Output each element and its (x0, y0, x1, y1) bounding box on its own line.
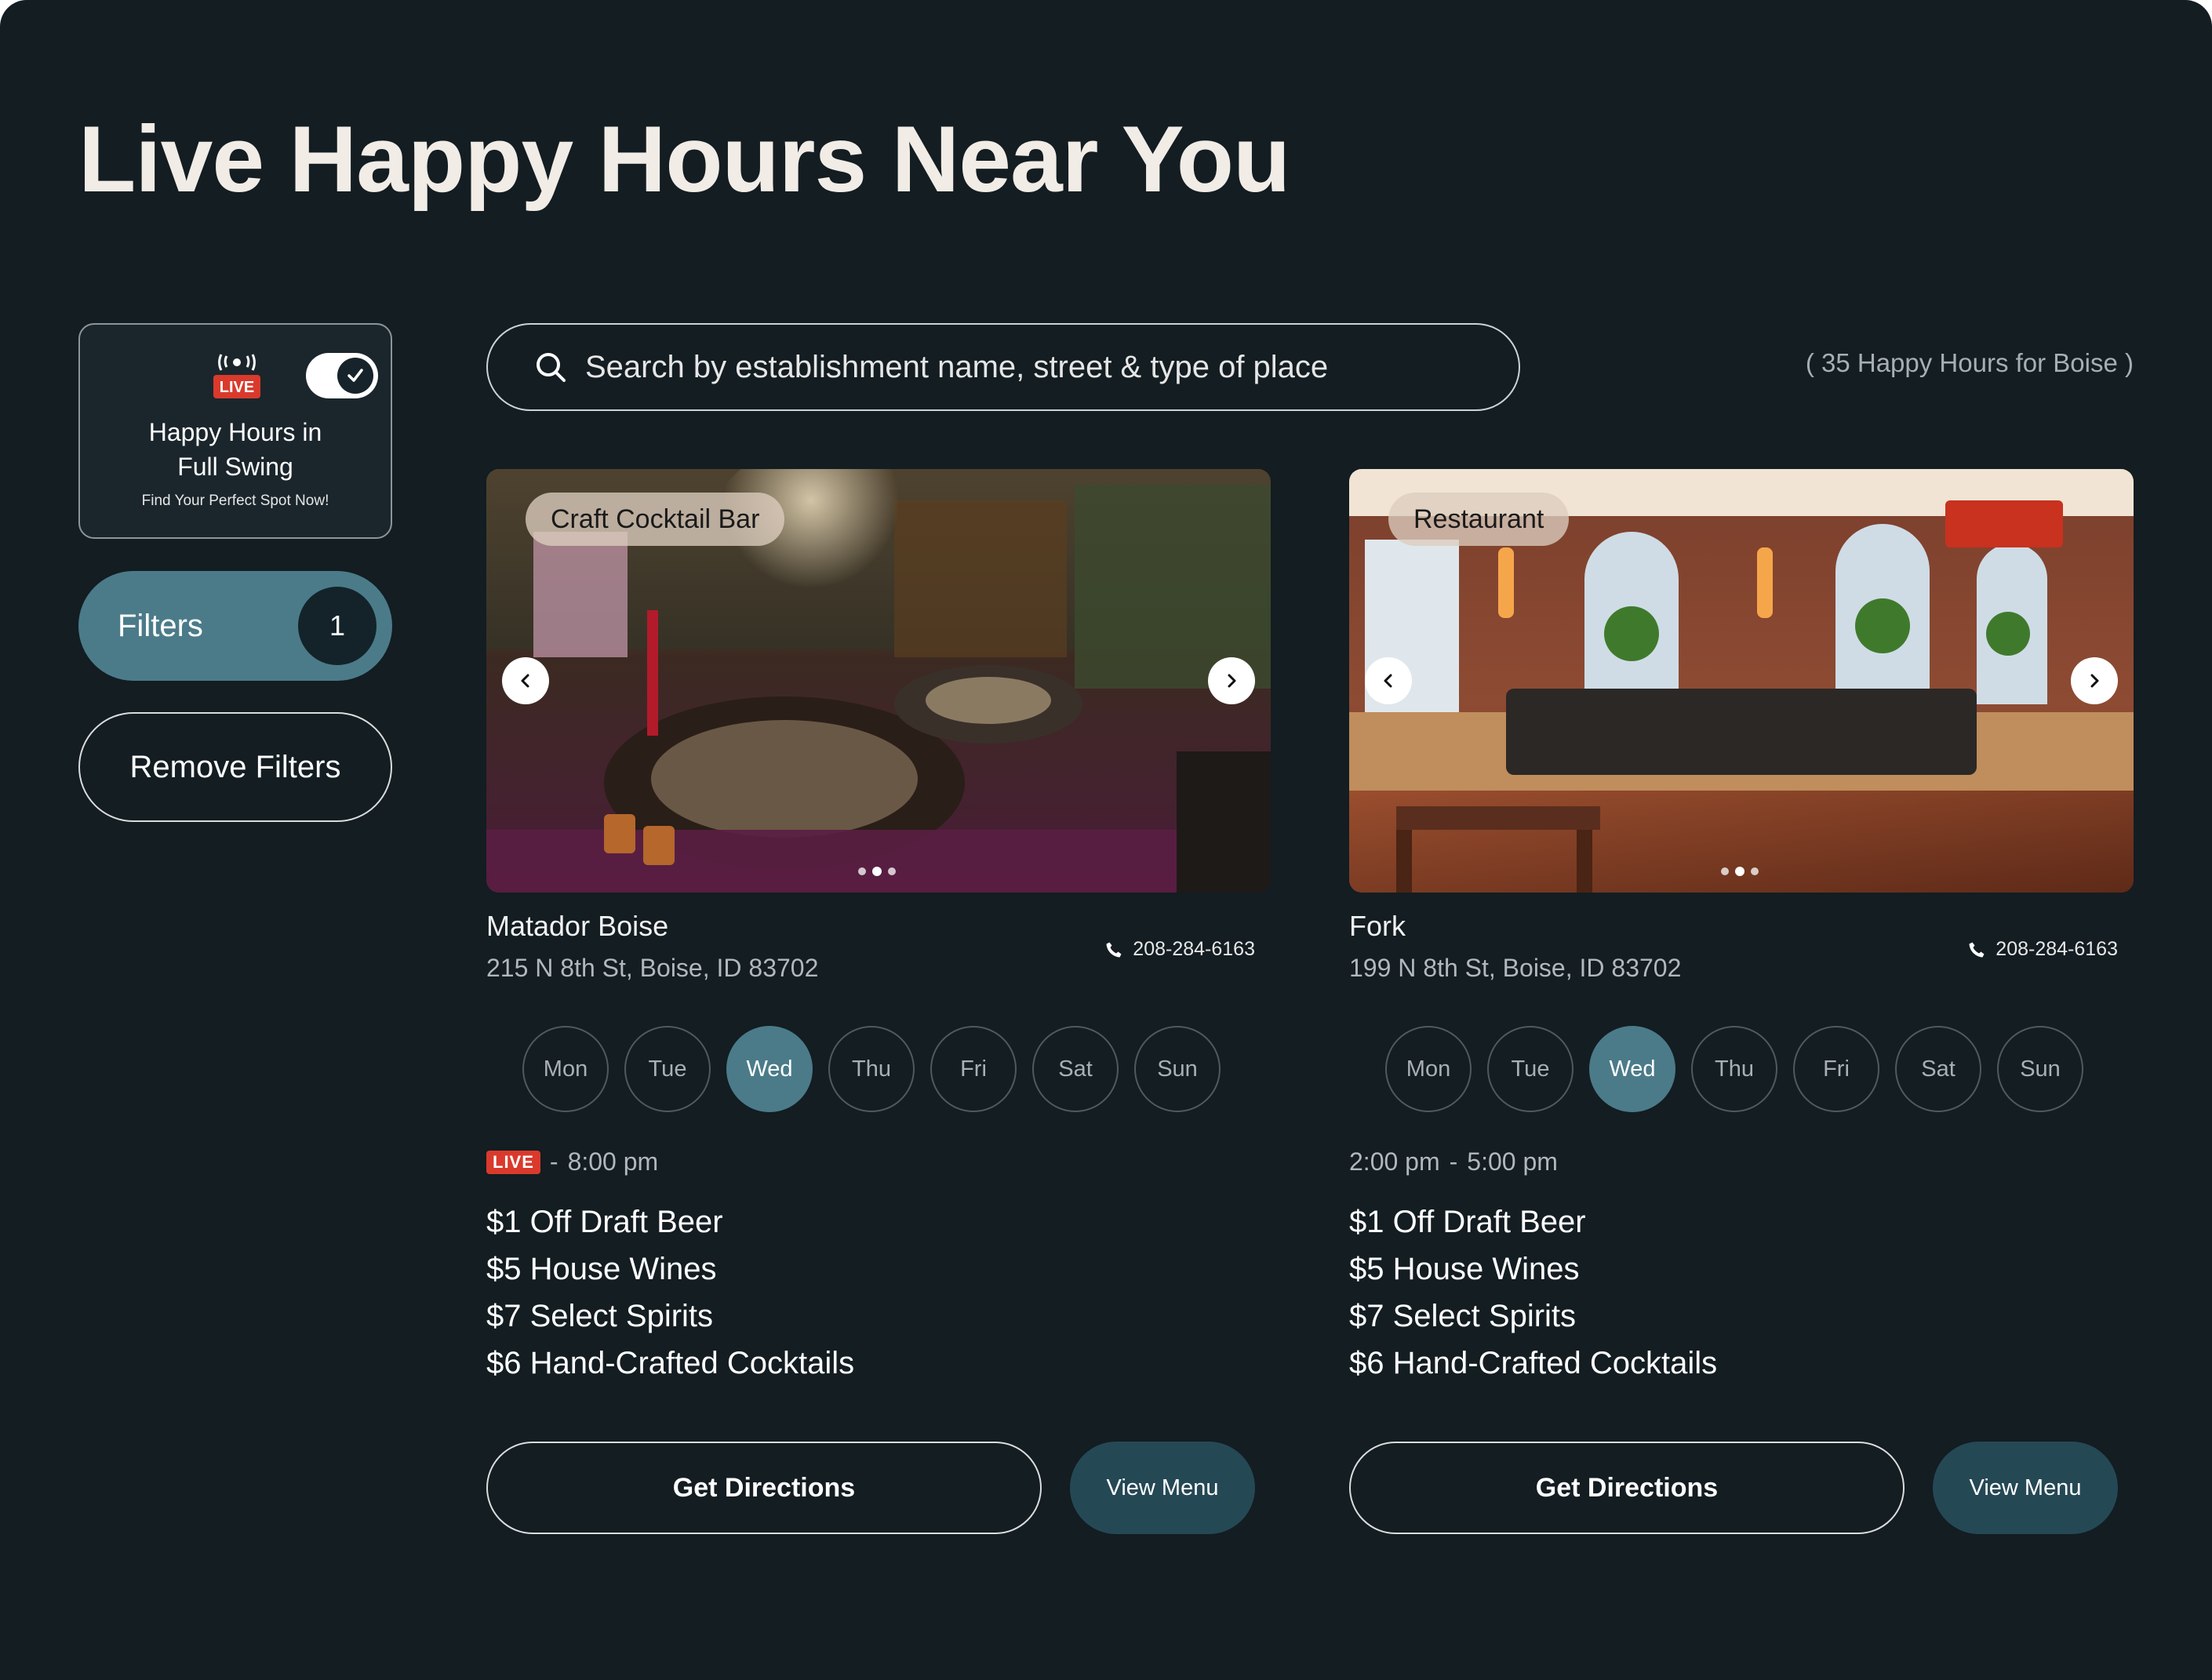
result-count: ( 35 Happy Hours for Boise ) (1805, 348, 2134, 377)
chevron-right-icon (1228, 674, 1236, 688)
photo-next-button[interactable] (2071, 657, 2118, 704)
search-input[interactable] (585, 344, 1519, 391)
venue-card: Craft Cocktail Bar Matador Boise 215 N 8… (486, 469, 1271, 1551)
chevron-left-icon (521, 674, 529, 688)
live-card-title-line2: Full Swing (177, 453, 293, 481)
live-badge-text: LIVE (220, 379, 254, 396)
view-menu-button[interactable]: View Menu (1070, 1442, 1255, 1534)
special-item: $6 Hand-Crafted Cocktails (486, 1346, 855, 1380)
day-wed[interactable]: Wed (726, 1026, 813, 1112)
happy-hour-times: LIVE - 8:00 pm (486, 1147, 658, 1176)
day-thu[interactable]: Thu (1691, 1026, 1777, 1112)
remove-filters-button[interactable]: Remove Filters (78, 712, 392, 822)
hours-end: 5:00 pm (1467, 1147, 1558, 1176)
photo-dot-active[interactable] (872, 867, 882, 876)
live-toggle[interactable] (306, 353, 378, 398)
view-menu-button[interactable]: View Menu (1933, 1442, 2118, 1534)
venue-address: 199 N 8th St, Boise, ID 83702 (1349, 954, 1682, 982)
photo-dot[interactable] (1721, 867, 1729, 875)
live-broadcast-icon: LIVE (213, 354, 260, 398)
phone-icon (1969, 942, 1985, 957)
search-icon (537, 353, 566, 382)
filters-count-badge: 1 (298, 587, 377, 665)
special-item: $7 Select Spirits (486, 1299, 714, 1333)
chevron-right-icon (2090, 674, 2099, 688)
chevron-left-icon (1384, 674, 1392, 688)
photo-prev-button[interactable] (1365, 657, 1412, 704)
special-item: $7 Select Spirits (1349, 1299, 1577, 1333)
category-pill: Restaurant (1388, 493, 1570, 546)
search-bar (486, 323, 1520, 411)
venue-name[interactable]: Matador Boise (486, 910, 668, 943)
photo-dot[interactable] (888, 867, 896, 875)
venue-photo: Restaurant (1349, 469, 2134, 893)
special-item: $1 Off Draft Beer (486, 1205, 723, 1239)
day-selector: Mon Tue Wed Thu Fri Sat Sun (522, 1026, 1221, 1112)
category-pill: Craft Cocktail Bar (526, 493, 785, 546)
venue-name[interactable]: Fork (1349, 910, 1406, 943)
venue-address: 215 N 8th St, Boise, ID 83702 (486, 954, 819, 982)
photo-dot[interactable] (858, 867, 866, 875)
day-mon[interactable]: Mon (1385, 1026, 1472, 1112)
day-fri[interactable]: Fri (930, 1026, 1017, 1112)
day-sun[interactable]: Sun (1997, 1026, 2083, 1112)
happy-hour-times: 2:00 pm - 5:00 pm (1349, 1147, 1558, 1176)
venue-card: Restaurant Fork 199 N 8th St, Boise, ID … (1349, 469, 2134, 1551)
live-card-subtitle: Find Your Perfect Spot Now! (141, 493, 329, 509)
day-wed[interactable]: Wed (1589, 1026, 1675, 1112)
specials-list: $1 Off Draft Beer $5 House Wines $7 Sele… (1349, 1198, 1717, 1387)
hours-separator: - (1449, 1147, 1458, 1176)
specials-list: $1 Off Draft Beer $5 House Wines $7 Sele… (486, 1198, 854, 1387)
live-card-title: Happy Hours in Full Swing (80, 415, 391, 484)
venue-phone[interactable]: 208-284-6163 (1104, 938, 1255, 961)
venue-phone-number: 208-284-6163 (1996, 938, 2118, 960)
venue-photo: Craft Cocktail Bar (486, 469, 1271, 893)
day-thu[interactable]: Thu (828, 1026, 915, 1112)
hours-end: 8:00 pm (567, 1147, 659, 1176)
filters-label: Filters (118, 608, 203, 643)
day-tue[interactable]: Tue (624, 1026, 711, 1112)
day-sat[interactable]: Sat (1895, 1026, 1981, 1112)
day-tue[interactable]: Tue (1487, 1026, 1574, 1112)
venue-phone[interactable]: 208-284-6163 (1967, 938, 2118, 961)
photo-dots (858, 867, 896, 876)
check-icon (347, 369, 363, 382)
get-directions-button[interactable]: Get Directions (486, 1442, 1042, 1534)
hours-start: 2:00 pm (1349, 1147, 1440, 1176)
day-mon[interactable]: Mon (522, 1026, 609, 1112)
venue-phone-number: 208-284-6163 (1133, 938, 1255, 960)
day-sat[interactable]: Sat (1032, 1026, 1119, 1112)
phone-icon (1106, 942, 1122, 957)
special-item: $1 Off Draft Beer (1349, 1205, 1586, 1239)
hours-separator: - (549, 1147, 558, 1176)
photo-dot[interactable] (1751, 867, 1759, 875)
live-happy-hours-card[interactable]: LIVE Happy Hours in Full Swing Find Your… (78, 323, 392, 539)
page-title: Live Happy Hours Near You (78, 107, 1290, 212)
special-item: $5 House Wines (1349, 1252, 1580, 1286)
get-directions-button[interactable]: Get Directions (1349, 1442, 1905, 1534)
photo-next-button[interactable] (1208, 657, 1255, 704)
special-item: $6 Hand-Crafted Cocktails (1349, 1346, 1718, 1380)
photo-prev-button[interactable] (502, 657, 549, 704)
live-card-title-line1: Happy Hours in (148, 418, 322, 446)
app-frame: Live Happy Hours Near You LIVE Happy Hou… (0, 0, 2212, 1680)
live-tag: LIVE (486, 1150, 540, 1174)
day-fri[interactable]: Fri (1793, 1026, 1879, 1112)
filters-button[interactable]: Filters 1 (78, 571, 392, 681)
day-selector: Mon Tue Wed Thu Fri Sat Sun (1385, 1026, 2083, 1112)
photo-dot-active[interactable] (1735, 867, 1744, 876)
toggle-knob (337, 358, 373, 394)
photo-dots (1721, 867, 1759, 876)
special-item: $5 House Wines (486, 1252, 717, 1286)
day-sun[interactable]: Sun (1134, 1026, 1221, 1112)
